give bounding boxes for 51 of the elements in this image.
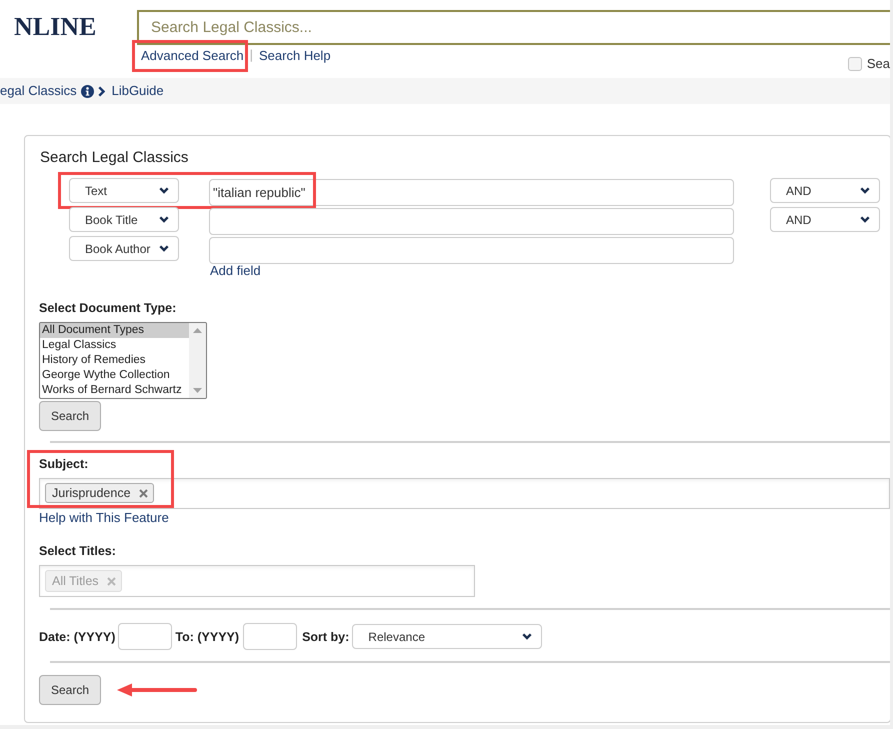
date-field[interactable] (243, 623, 298, 650)
chevron-down-icon (159, 245, 169, 252)
checkbox-label: Sea (866, 56, 890, 72)
chevron-down-icon (522, 633, 532, 640)
breadcrumb-link[interactable]: LibGuide (112, 83, 164, 99)
operator-select[interactable]: AND (770, 207, 880, 232)
chevron-down-icon (159, 187, 169, 194)
link-separator: | (250, 47, 254, 63)
scroll-up-icon[interactable] (193, 328, 202, 333)
remove-icon[interactable] (138, 488, 148, 498)
field-label: Select Titles: (39, 543, 116, 559)
search-term-field[interactable] (209, 208, 734, 235)
field-label: Sort by: (302, 628, 350, 644)
operator-select[interactable]: AND (770, 178, 880, 203)
field-select[interactable]: Book Title (69, 207, 179, 232)
date-field[interactable] (118, 623, 172, 650)
sort-select[interactable]: Relevance (352, 624, 542, 649)
site-logo[interactable]: NLINE (0, 0, 137, 42)
scroll-down-icon[interactable] (193, 388, 202, 393)
list-option[interactable]: George Wythe Collection (40, 368, 189, 383)
list-option[interactable]: Works of Bernard Schwartz (40, 383, 189, 398)
document-type-list[interactable]: All Document Types Legal Classics History of Remedies George Wythe Collection Works of Bernard Schwartz (39, 322, 207, 399)
chevron-down-icon (159, 216, 169, 223)
field-label: Subject: (39, 456, 88, 472)
chevron-down-icon (860, 187, 870, 194)
subject-tag[interactable]: Jurisprudence (45, 483, 154, 503)
scrollbar[interactable] (189, 323, 206, 398)
info-icon[interactable] (80, 84, 94, 98)
search-button[interactable]: Search (39, 675, 101, 705)
add-field-link[interactable]: Add field (210, 263, 261, 279)
field-select[interactable]: Text (69, 178, 179, 203)
chevron-down-icon (860, 216, 870, 223)
search-field[interactable]: Search Legal Classics... (137, 10, 890, 45)
list-option[interactable]: Legal Classics (40, 338, 189, 353)
checkbox[interactable] (848, 57, 862, 71)
header-link[interactable]: Advanced Search (141, 48, 244, 64)
search-term-field[interactable]: "italian republic" (209, 179, 734, 206)
list-option[interactable]: All Document Types (40, 323, 189, 338)
panel-title: Search Legal Classics (39, 149, 190, 167)
chevron-right-icon (98, 86, 105, 96)
field-select[interactable]: Book Author (69, 236, 179, 261)
search-button[interactable]: Search (39, 401, 101, 431)
field-label: To: (YYYY) (175, 628, 240, 644)
field-label: Date: (YYYY) (39, 628, 116, 644)
breadcrumb-link[interactable]: egal Classics (0, 83, 77, 99)
field-label: Select Document Type: (39, 300, 176, 316)
header-link[interactable]: Search Help (259, 48, 331, 64)
subject-field[interactable]: Jurisprudence (39, 478, 890, 509)
help-link[interactable]: Help with This Feature (39, 510, 169, 526)
search-term-field[interactable] (209, 237, 734, 264)
list-option[interactable]: History of Remedies (40, 353, 189, 368)
